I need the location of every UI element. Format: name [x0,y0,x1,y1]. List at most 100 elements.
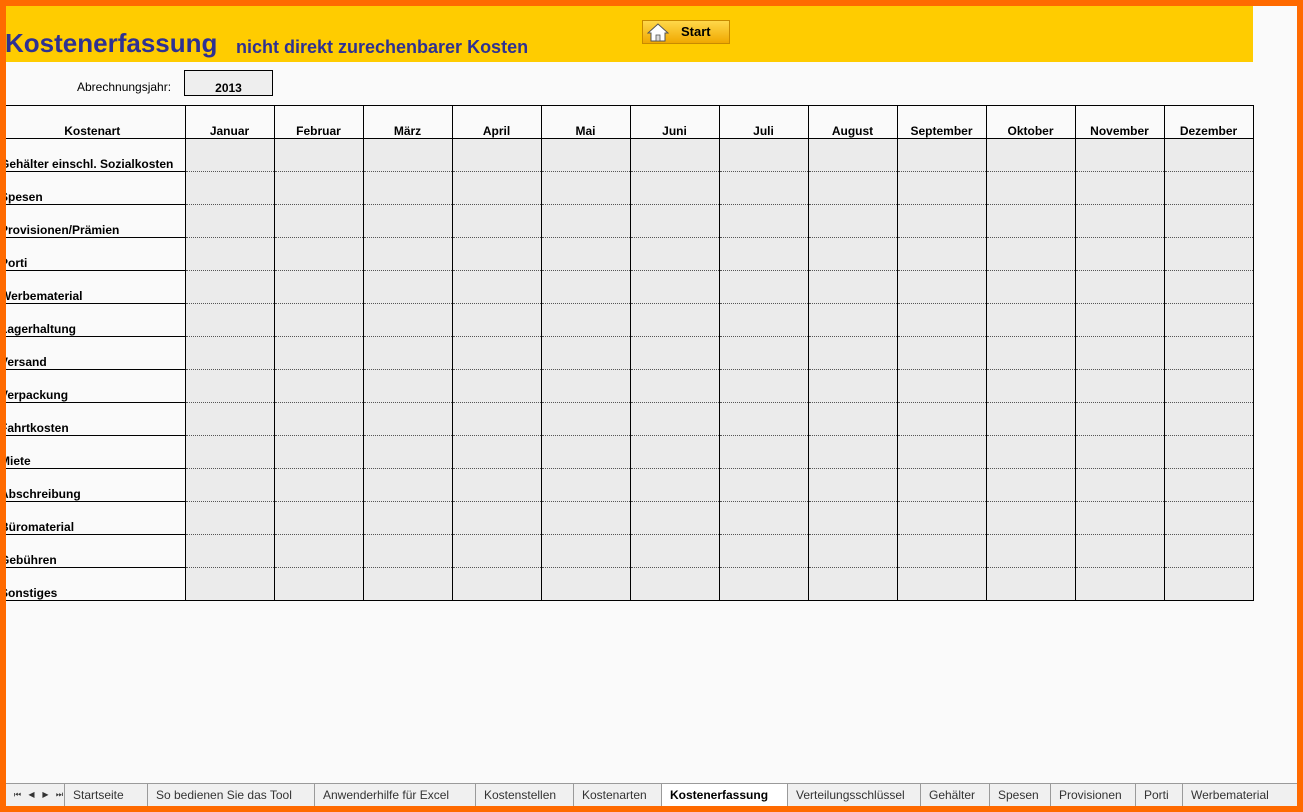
input-cell[interactable] [629,270,719,304]
input-cell[interactable] [451,171,541,205]
input-cell[interactable] [184,237,274,271]
input-cell[interactable] [540,270,630,304]
input-cell[interactable] [362,270,452,304]
input-cell[interactable] [807,138,897,172]
input-cell[interactable] [362,402,452,436]
input-cell[interactable] [362,468,452,502]
input-cell[interactable] [629,336,719,370]
input-cell[interactable] [1074,171,1164,205]
input-cell[interactable] [540,369,630,403]
input-cell[interactable] [807,567,897,601]
input-cell[interactable] [718,171,808,205]
input-cell[interactable] [362,171,452,205]
input-cell[interactable] [273,501,363,535]
input-cell[interactable] [985,402,1075,436]
input-cell[interactable] [451,402,541,436]
sheet-tab[interactable]: Startseite [64,784,147,806]
input-cell[interactable] [896,237,986,271]
input-cell[interactable] [362,138,452,172]
year-input[interactable]: 2013 [184,70,273,96]
input-cell[interactable] [807,237,897,271]
input-cell[interactable] [273,303,363,337]
input-cell[interactable] [896,336,986,370]
input-cell[interactable] [1074,501,1164,535]
input-cell[interactable] [1163,303,1254,337]
input-cell[interactable] [184,435,274,469]
input-cell[interactable] [1074,303,1164,337]
input-cell[interactable] [896,270,986,304]
sheet-tab[interactable]: Verteilungsschlüssel [787,784,920,806]
input-cell[interactable] [184,303,274,337]
input-cell[interactable] [718,402,808,436]
input-cell[interactable] [273,468,363,502]
input-cell[interactable] [1074,468,1164,502]
input-cell[interactable] [273,204,363,238]
next-sheet-button[interactable]: ▶ [40,788,51,802]
input-cell[interactable] [1074,534,1164,568]
input-cell[interactable] [985,204,1075,238]
input-cell[interactable] [985,534,1075,568]
sheet-tab[interactable]: Porti [1135,784,1182,806]
input-cell[interactable] [184,501,274,535]
input-cell[interactable] [807,435,897,469]
input-cell[interactable] [1163,468,1254,502]
sheet-tab[interactable]: Gehälter [920,784,989,806]
input-cell[interactable] [540,204,630,238]
input-cell[interactable] [273,402,363,436]
input-cell[interactable] [985,171,1075,205]
input-cell[interactable] [629,402,719,436]
input-cell[interactable] [273,270,363,304]
input-cell[interactable] [451,270,541,304]
input-cell[interactable] [1074,369,1164,403]
input-cell[interactable] [807,468,897,502]
input-cell[interactable] [184,270,274,304]
input-cell[interactable] [1163,138,1254,172]
input-cell[interactable] [1163,237,1254,271]
input-cell[interactable] [1163,171,1254,205]
input-cell[interactable] [362,435,452,469]
input-cell[interactable] [807,303,897,337]
input-cell[interactable] [629,303,719,337]
input-cell[interactable] [985,138,1075,172]
sheet-tab[interactable]: Spesen [989,784,1050,806]
input-cell[interactable] [1074,402,1164,436]
input-cell[interactable] [184,567,274,601]
input-cell[interactable] [1163,435,1254,469]
input-cell[interactable] [1163,501,1254,535]
input-cell[interactable] [718,369,808,403]
input-cell[interactable] [807,270,897,304]
input-cell[interactable] [362,369,452,403]
input-cell[interactable] [718,468,808,502]
input-cell[interactable] [896,402,986,436]
input-cell[interactable] [540,567,630,601]
input-cell[interactable] [807,171,897,205]
input-cell[interactable] [540,435,630,469]
input-cell[interactable] [451,237,541,271]
start-button[interactable]: Start [642,20,730,44]
input-cell[interactable] [629,171,719,205]
input-cell[interactable] [629,138,719,172]
input-cell[interactable] [718,204,808,238]
input-cell[interactable] [451,336,541,370]
input-cell[interactable] [451,369,541,403]
input-cell[interactable] [985,336,1075,370]
input-cell[interactable] [273,171,363,205]
input-cell[interactable] [985,237,1075,271]
input-cell[interactable] [896,204,986,238]
sheet-tab[interactable]: Provisionen [1050,784,1135,806]
input-cell[interactable] [273,567,363,601]
input-cell[interactable] [807,336,897,370]
input-cell[interactable] [629,369,719,403]
input-cell[interactable] [451,534,541,568]
input-cell[interactable] [718,138,808,172]
input-cell[interactable] [896,534,986,568]
input-cell[interactable] [1074,237,1164,271]
input-cell[interactable] [540,402,630,436]
input-cell[interactable] [362,204,452,238]
input-cell[interactable] [1163,369,1254,403]
input-cell[interactable] [184,204,274,238]
sheet-tab[interactable]: Anwenderhilfe für Excel [314,784,475,806]
input-cell[interactable] [896,501,986,535]
input-cell[interactable] [540,336,630,370]
input-cell[interactable] [718,270,808,304]
